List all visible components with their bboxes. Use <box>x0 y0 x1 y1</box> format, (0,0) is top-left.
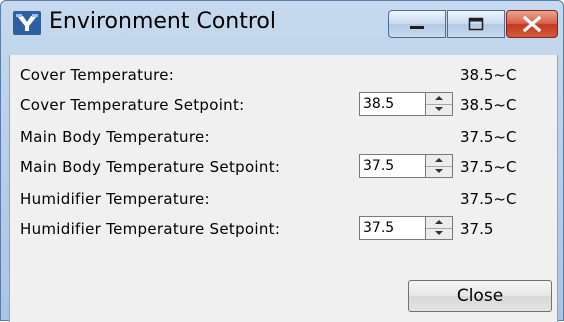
row-main-body-temperature-setpoint: Main Body Temperature Setpoint: 37.5~C <box>10 153 557 183</box>
title-bar[interactable]: Environment Control <box>1 1 563 47</box>
window-title: Environment Control <box>49 9 276 34</box>
row-cover-temperature-setpoint: Cover Temperature Setpoint: 38.5~C <box>10 91 557 121</box>
environment-control-window: Environment Control Cover Temperature: 3… <box>0 0 564 322</box>
main-body-temperature-value: 37.5~C <box>460 128 517 146</box>
arrow-down-icon <box>435 107 443 111</box>
row-humidifier-temperature-setpoint: Humidifier Temperature Setpoint: 37.5 <box>10 215 557 245</box>
main-body-temperature-setpoint-input[interactable] <box>359 154 425 178</box>
spinner-down-button[interactable] <box>426 166 452 177</box>
arrow-up-icon <box>435 220 443 224</box>
cover-temperature-label: Cover Temperature: <box>20 66 175 84</box>
humidifier-temperature-label: Humidifier Temperature: <box>20 190 210 208</box>
humidifier-temperature-setpoint-input[interactable] <box>359 216 425 240</box>
cover-temperature-setpoint-value: 38.5~C <box>460 96 517 114</box>
row-humidifier-temperature: Humidifier Temperature: 37.5~C <box>10 185 557 215</box>
cover-temperature-setpoint-spinner[interactable] <box>359 92 453 118</box>
main-body-temperature-setpoint-spinner[interactable] <box>359 154 453 180</box>
row-main-body-temperature: Main Body Temperature: 37.5~C <box>10 123 557 153</box>
client-area: Cover Temperature: 38.5~C Cover Temperat… <box>9 55 558 322</box>
spinner-buttons <box>425 92 453 116</box>
main-body-temperature-label: Main Body Temperature: <box>20 128 210 146</box>
spinner-buttons <box>425 216 453 240</box>
minimize-icon <box>410 26 424 29</box>
minimize-button[interactable] <box>388 10 446 38</box>
humidifier-temperature-setpoint-value: 37.5 <box>460 220 494 238</box>
cover-temperature-setpoint-input[interactable] <box>359 92 425 116</box>
humidifier-temperature-value: 37.5~C <box>460 190 517 208</box>
app-icon <box>13 11 41 35</box>
cover-temperature-setpoint-label: Cover Temperature Setpoint: <box>20 96 245 114</box>
close-button[interactable]: Close <box>408 280 552 312</box>
arrow-down-icon <box>435 169 443 173</box>
close-window-button[interactable] <box>506 10 558 38</box>
row-cover-temperature: Cover Temperature: 38.5~C <box>10 61 557 91</box>
maximize-button[interactable] <box>447 10 505 38</box>
spinner-down-button[interactable] <box>426 228 452 239</box>
arrow-down-icon <box>435 231 443 235</box>
humidifier-temperature-setpoint-spinner[interactable] <box>359 216 453 242</box>
arrow-up-icon <box>435 96 443 100</box>
spinner-down-button[interactable] <box>426 104 452 115</box>
cover-temperature-value: 38.5~C <box>460 66 517 84</box>
humidifier-temperature-setpoint-label: Humidifier Temperature Setpoint: <box>20 220 281 238</box>
main-body-temperature-setpoint-value: 37.5~C <box>460 158 517 176</box>
arrow-up-icon <box>435 158 443 162</box>
maximize-icon <box>468 17 484 31</box>
spinner-buttons <box>425 154 453 178</box>
close-icon <box>522 15 542 33</box>
main-body-temperature-setpoint-label: Main Body Temperature Setpoint: <box>20 158 281 176</box>
